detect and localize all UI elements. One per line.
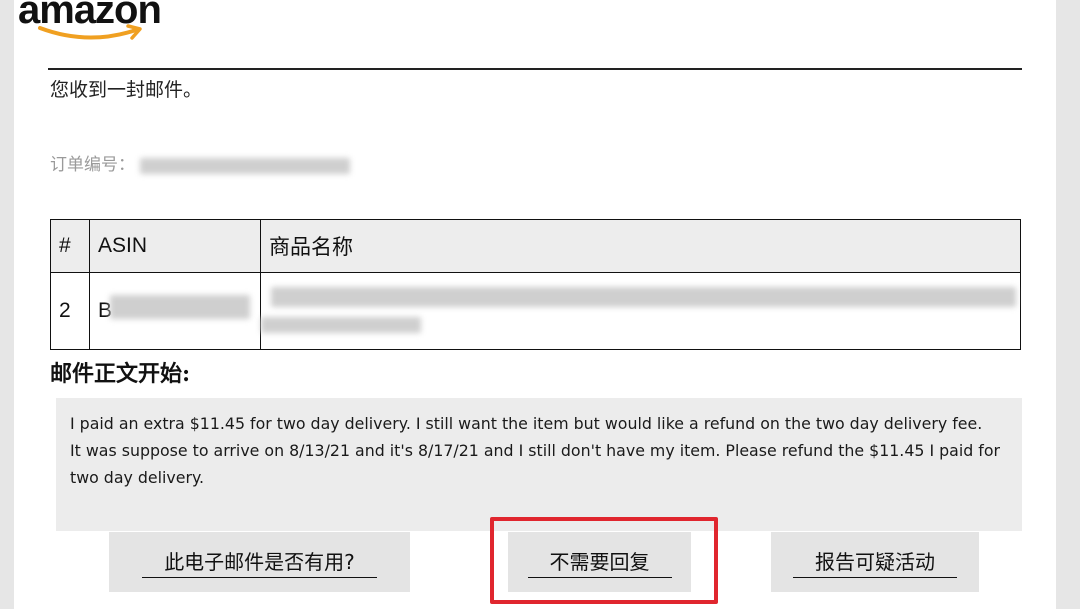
table-header-row: # ASIN 商品名称 (50, 219, 1021, 273)
report-suspicious-activity-button[interactable]: 报告可疑活动 (771, 532, 979, 592)
email-page: amazon 您收到一封邮件。 订单编号： # ASIN 商品名称 2 B 邮件… (14, 0, 1056, 609)
message-body: I paid an extra $11.45 for two day deliv… (56, 398, 1022, 531)
order-number-row: 订单编号： (50, 150, 351, 175)
message-heading: 邮件正文开始: (50, 361, 191, 387)
header-divider (48, 68, 1022, 70)
row-num: 2 (50, 272, 90, 350)
report-suspicious-activity-label: 报告可疑活动 (793, 546, 957, 578)
items-table: # ASIN 商品名称 2 B (50, 219, 1021, 350)
asin-redacted (110, 295, 250, 319)
header-product-name: 商品名称 (260, 219, 1021, 273)
order-number-label: 订单编号： (50, 155, 135, 175)
order-number-redacted (140, 157, 351, 174)
product-name-redacted (271, 287, 1016, 307)
message-line: I paid an extra $11.45 for two day deliv… (70, 414, 983, 433)
was-email-useful-button[interactable]: 此电子邮件是否有用? (109, 532, 410, 592)
header-num: # (50, 219, 90, 273)
smile-arrow-icon (38, 24, 142, 40)
highlight-box (490, 517, 718, 604)
received-notice: 您收到一封邮件。 (50, 79, 203, 101)
message-line: It was suppose to arrive on 8/13/21 and … (70, 441, 1000, 487)
amazon-logo: amazon (18, 0, 188, 52)
was-email-useful-label: 此电子邮件是否有用? (142, 546, 377, 578)
product-name-redacted-2 (261, 317, 421, 333)
row-product-name (260, 272, 1021, 350)
row-asin: B (89, 272, 261, 350)
table-row: 2 B (50, 272, 1021, 350)
header-asin: ASIN (89, 219, 261, 273)
